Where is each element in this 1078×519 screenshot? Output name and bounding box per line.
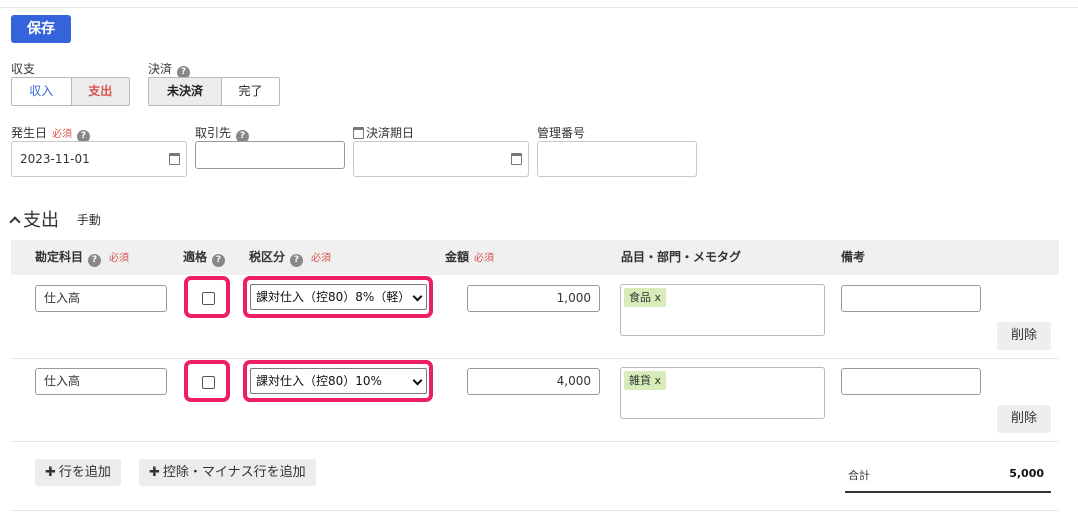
th-amount: 金額 必須 <box>445 250 495 264</box>
qualified-highlight <box>184 276 230 318</box>
required-badge: 必須 <box>311 253 332 264</box>
total-underline <box>845 491 1051 493</box>
hasseibi-value: 2023-11-01 <box>20 152 90 166</box>
kessai-kijitsu-label-wrap: 決済期日 <box>353 124 414 141</box>
torihikisaki-input[interactable] <box>195 141 345 169</box>
tax-highlight: 課対仕入（控80）10% <box>243 360 433 402</box>
shushi-label: 収支 <box>11 62 36 76</box>
th-note: 備考 <box>841 250 866 264</box>
help-icon[interactable]: ? <box>290 254 304 267</box>
chevron-up-icon[interactable] <box>9 216 21 228</box>
total-label: 合計 <box>848 469 870 482</box>
qualified-highlight <box>184 360 230 402</box>
bottom-divider <box>11 510 1059 511</box>
top-divider <box>0 7 1078 8</box>
kessai-kijitsu-input[interactable] <box>353 141 529 177</box>
plus-icon: ✚ <box>45 465 56 480</box>
unsettled-option[interactable]: 未決済 <box>149 78 221 105</box>
chevron-down-icon <box>412 375 423 386</box>
kessai-toggle: 未決済 完了 <box>148 77 280 106</box>
tag-chip[interactable]: 食品 x <box>624 288 667 307</box>
settled-option[interactable]: 完了 <box>221 78 279 105</box>
plus-icon: ✚ <box>149 465 160 480</box>
amount-input[interactable]: 1,000 <box>467 285 600 312</box>
qualified-checkbox[interactable] <box>202 292 215 305</box>
section-mode: 手動 <box>76 213 101 227</box>
add-deduction-row-button[interactable]: ✚ 控除・マイナス行を追加 <box>139 459 316 486</box>
calendar-icon[interactable] <box>169 153 180 165</box>
calendar-icon[interactable] <box>511 153 522 165</box>
tag-chip[interactable]: 雑貨 x <box>624 371 667 390</box>
help-icon[interactable]: ? <box>88 254 102 267</box>
section-header: 支出 手動 <box>8 206 101 232</box>
row-divider <box>11 358 1059 359</box>
section-title: 支出 <box>23 210 59 231</box>
save-button[interactable]: 保存 <box>11 15 71 43</box>
amount-input[interactable]: 4,000 <box>467 368 600 395</box>
table-header: 勘定科目? 必須 適格? 税区分? 必須 金額 必須 品目・部門・メモタグ 備考 <box>11 240 1059 275</box>
note-input[interactable] <box>841 368 981 395</box>
income-option[interactable]: 収入 <box>12 78 71 105</box>
kanri-bangou-label: 管理番号 <box>537 126 586 140</box>
kessai-label: 決済 <box>148 62 173 76</box>
th-account: 勘定科目? 必須 <box>35 250 130 267</box>
th-qualified: 適格? <box>183 240 226 275</box>
th-tags: 品目・部門・メモタグ <box>621 250 742 264</box>
account-input[interactable]: 仕入高 <box>35 285 167 312</box>
tax-select[interactable]: 課対仕入（控80）8%（軽） <box>250 284 427 310</box>
row-divider <box>11 441 1059 442</box>
help-icon[interactable]: ? <box>212 254 226 267</box>
required-badge: 必須 <box>52 129 73 140</box>
hasseibi-date-input[interactable]: 2023-11-01 <box>11 141 187 177</box>
tax-highlight: 課対仕入（控80）8%（軽） <box>243 276 433 318</box>
tags-input[interactable]: 食品 x <box>620 284 825 336</box>
total-value: 5,000 <box>1009 467 1044 480</box>
account-input[interactable]: 仕入高 <box>35 368 167 395</box>
required-badge: 必須 <box>474 253 495 264</box>
add-row-button[interactable]: ✚ 行を追加 <box>35 459 121 486</box>
th-tax: 税区分? 必須 <box>249 250 332 267</box>
hasseibi-label: 発生日 <box>11 126 48 140</box>
delete-row-button[interactable]: 削除 <box>997 405 1051 433</box>
required-badge: 必須 <box>109 253 130 264</box>
calendar-icon <box>353 127 364 139</box>
torihikisaki-label: 取引先 <box>195 126 232 140</box>
shushi-toggle: 収入 支出 <box>11 77 130 106</box>
expense-option[interactable]: 支出 <box>70 78 129 105</box>
note-input[interactable] <box>841 285 981 312</box>
qualified-checkbox[interactable] <box>202 376 215 389</box>
delete-row-button[interactable]: 削除 <box>997 322 1051 350</box>
chevron-down-icon <box>412 291 423 302</box>
kanri-bangou-input[interactable] <box>537 141 697 177</box>
tax-select[interactable]: 課対仕入（控80）10% <box>250 368 427 394</box>
tags-input[interactable]: 雑貨 x <box>620 367 825 419</box>
kessai-kijitsu-label: 決済期日 <box>366 126 415 140</box>
